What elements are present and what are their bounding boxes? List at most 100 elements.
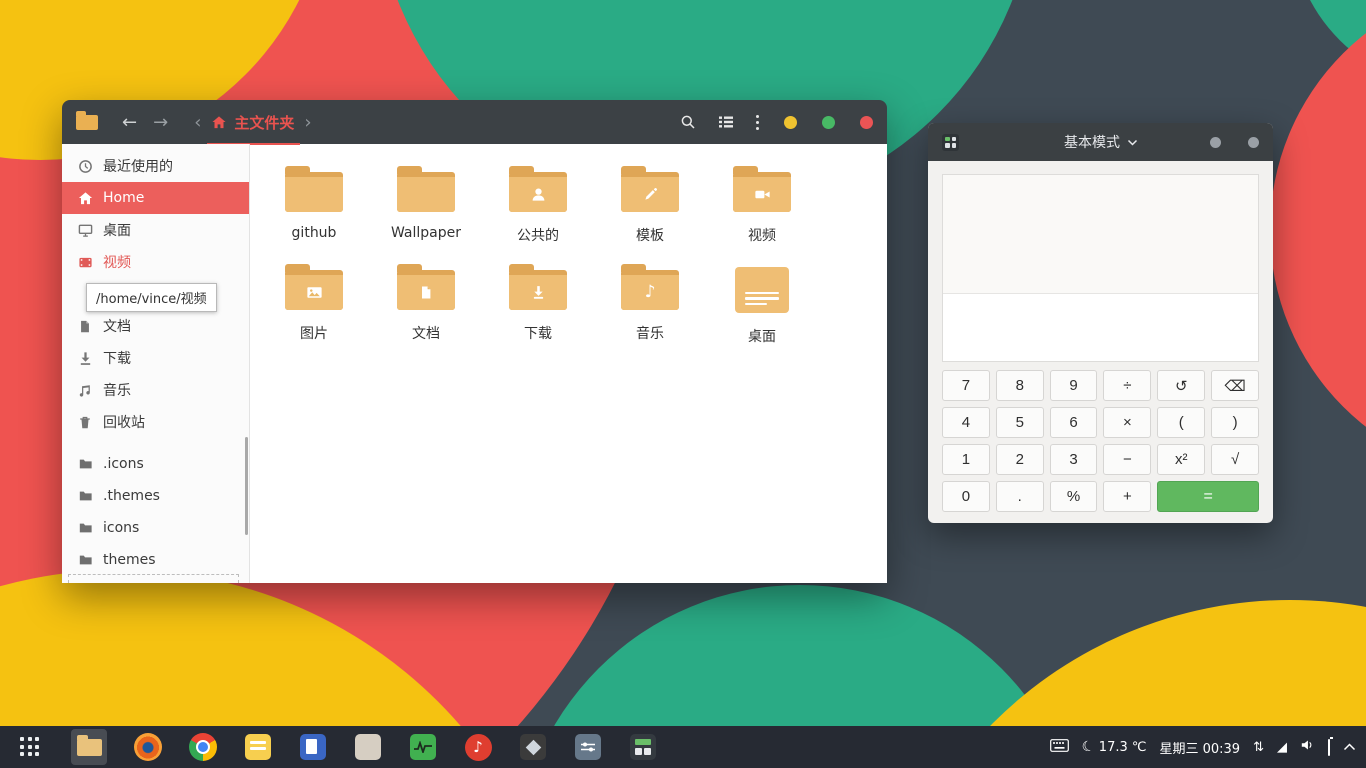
taskbar-notes-button[interactable] bbox=[244, 733, 272, 761]
taskbar-system-monitor-button[interactable] bbox=[409, 733, 437, 761]
calc-key-decimal[interactable]: . bbox=[995, 481, 1044, 512]
path-tooltip: /home/vince/视频 bbox=[86, 283, 217, 312]
taskbar-firefox-button[interactable] bbox=[134, 733, 162, 761]
sidebar: 最近使用的 Home 桌面 视频 文档 下载 音乐 回收站 .icons .th… bbox=[62, 144, 250, 583]
folder-icon bbox=[621, 166, 679, 212]
taskbar-office-button[interactable] bbox=[299, 733, 327, 761]
calc-key-square[interactable]: x² bbox=[1157, 444, 1206, 475]
calc-key-1[interactable]: 1 bbox=[942, 444, 990, 475]
breadcrumb-left-chevron-icon[interactable]: ‹ bbox=[194, 112, 201, 133]
sidebar-item-themes[interactable]: themes bbox=[62, 544, 249, 576]
calc-key-open-paren[interactable]: ( bbox=[1157, 407, 1206, 438]
taskbar-inkscape-button[interactable] bbox=[519, 733, 547, 761]
moon-icon: ☾ bbox=[1079, 737, 1097, 757]
weather-indicator[interactable]: ☾ 17.3 ℃ bbox=[1079, 737, 1147, 757]
calc-key-9[interactable]: 9 bbox=[1049, 370, 1098, 401]
chevron-down-icon bbox=[1127, 139, 1137, 146]
calc-key-subtract[interactable]: − bbox=[1103, 444, 1152, 475]
folder-public[interactable]: 公共的 bbox=[482, 162, 594, 260]
taskbar: ♪ ☾ 17.3 ℃ 星期三 00:39 ⇅ ◢ bbox=[0, 726, 1366, 768]
calc-key-4[interactable]: 4 bbox=[942, 407, 990, 438]
calc-key-equals[interactable]: = bbox=[1157, 481, 1259, 512]
taskbar-netease-music-button[interactable]: ♪ bbox=[464, 733, 492, 761]
folder-downloads[interactable]: 下载 bbox=[482, 260, 594, 358]
network-updown-icon[interactable]: ⇅ bbox=[1253, 740, 1264, 755]
calc-key-8[interactable]: 8 bbox=[995, 370, 1044, 401]
sidebar-item-downloads[interactable]: 下载 bbox=[62, 342, 249, 374]
tray-expand-icon[interactable] bbox=[1343, 740, 1356, 755]
calc-key-2[interactable]: 2 bbox=[995, 444, 1044, 475]
sidebar-item-trash[interactable]: 回收站 bbox=[62, 406, 249, 438]
clock-icon bbox=[77, 159, 93, 174]
desktop-folder-icon bbox=[735, 267, 789, 313]
calculator-entry[interactable] bbox=[943, 293, 1258, 361]
breadcrumb-right-chevron-icon[interactable]: › bbox=[304, 112, 311, 133]
breadcrumb[interactable]: 主文件夹 bbox=[207, 112, 301, 145]
wallpaper-red-circle-right bbox=[1270, 0, 1366, 480]
folder-icon bbox=[509, 264, 567, 310]
sidebar-item-music[interactable]: 音乐 bbox=[62, 374, 249, 406]
calc-key-3[interactable]: 3 bbox=[1049, 444, 1098, 475]
calculator-minimize-button[interactable] bbox=[1210, 136, 1221, 148]
back-button[interactable]: ← bbox=[122, 112, 137, 133]
folder-music[interactable]: ♪ 音乐 bbox=[594, 260, 706, 358]
folder-icon bbox=[77, 457, 93, 471]
calc-key-5[interactable]: 5 bbox=[995, 407, 1044, 438]
calc-key-multiply[interactable]: × bbox=[1103, 407, 1152, 438]
folder-wallpaper[interactable]: Wallpaper bbox=[370, 162, 482, 260]
netease-music-icon: ♪ bbox=[464, 733, 492, 761]
sidebar-item-home[interactable]: Home bbox=[62, 182, 249, 214]
forward-button[interactable]: → bbox=[153, 112, 168, 133]
taskbar-chrome-button[interactable] bbox=[189, 733, 217, 761]
folder-videos[interactable]: 视频 bbox=[706, 162, 818, 260]
sidebar-item-icons[interactable]: icons bbox=[62, 512, 249, 544]
clock-label[interactable]: 星期三 00:39 bbox=[1159, 738, 1240, 757]
minimize-button[interactable] bbox=[784, 115, 797, 129]
calc-key-6[interactable]: 6 bbox=[1049, 407, 1098, 438]
calc-key-0[interactable]: 0 bbox=[942, 481, 990, 512]
settings-icon bbox=[575, 734, 601, 760]
search-icon[interactable] bbox=[680, 114, 696, 130]
app-launcher-button[interactable] bbox=[16, 733, 44, 761]
sidebar-item-recent[interactable]: 最近使用的 bbox=[62, 150, 249, 182]
calc-key-close-paren[interactable]: ) bbox=[1211, 407, 1259, 438]
app-grid-icon bbox=[20, 737, 40, 757]
file-manager-window: ← → ‹ 主文件夹 › 最近使用的 Home 桌面 视频 文档 下载 音乐 回… bbox=[62, 100, 887, 583]
folder-github[interactable]: github bbox=[258, 162, 370, 260]
sidebar-scrollbar[interactable] bbox=[245, 437, 248, 535]
menu-kebab-icon[interactable] bbox=[756, 114, 759, 130]
close-button[interactable] bbox=[860, 115, 873, 129]
calculator-mode-label: 基本模式 bbox=[1064, 135, 1120, 151]
folder-desktop[interactable]: 桌面 bbox=[706, 260, 818, 358]
calc-key-undo[interactable]: ↺ bbox=[1157, 370, 1206, 401]
calc-key-percent[interactable]: % bbox=[1049, 481, 1098, 512]
calc-key-divide[interactable]: ÷ bbox=[1103, 370, 1152, 401]
folder-documents[interactable]: 文档 bbox=[370, 260, 482, 358]
calc-key-backspace[interactable]: ⌫ bbox=[1211, 370, 1259, 401]
sidebar-item-documents[interactable]: 文档 bbox=[62, 310, 249, 342]
calc-key-sqrt[interactable]: √ bbox=[1211, 444, 1259, 475]
sidebar-item-dot-icons[interactable]: .icons bbox=[62, 448, 249, 480]
taskbar-settings-button[interactable] bbox=[574, 733, 602, 761]
taskbar-calculator-button[interactable] bbox=[629, 733, 657, 761]
folder-icon bbox=[733, 166, 791, 212]
home-icon bbox=[77, 191, 93, 206]
taskbar-file-manager-button[interactable] bbox=[71, 729, 107, 765]
maximize-button[interactable] bbox=[822, 115, 835, 129]
calc-key-add[interactable]: + bbox=[1103, 481, 1152, 512]
keyboard-layout-icon[interactable] bbox=[1050, 738, 1069, 756]
download-icon bbox=[77, 351, 93, 366]
volume-icon[interactable] bbox=[1300, 738, 1315, 756]
calc-key-7[interactable]: 7 bbox=[942, 370, 990, 401]
folder-templates[interactable]: 模板 bbox=[594, 162, 706, 260]
folder-pictures[interactable]: 图片 bbox=[258, 260, 370, 358]
sidebar-item-desktop[interactable]: 桌面 bbox=[62, 214, 249, 246]
calculator-mode-dropdown[interactable]: 基本模式 bbox=[1064, 132, 1137, 152]
view-toggle-icon[interactable] bbox=[718, 115, 734, 129]
sidebar-item-videos[interactable]: 视频 bbox=[62, 246, 249, 278]
signal-icon[interactable]: ◢ bbox=[1277, 740, 1287, 755]
battery-icon[interactable] bbox=[1328, 738, 1330, 756]
taskbar-archive-button[interactable] bbox=[354, 733, 382, 761]
calculator-close-button[interactable] bbox=[1248, 136, 1259, 148]
sidebar-item-dot-themes[interactable]: .themes bbox=[62, 480, 249, 512]
